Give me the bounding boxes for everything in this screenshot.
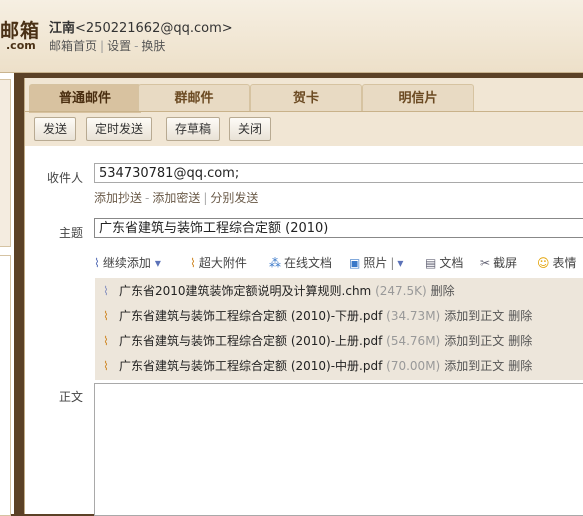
emoticon-label: 表情 <box>552 256 577 270</box>
paperclip-icon: ⌇ <box>103 359 109 373</box>
separate-send-link[interactable]: 分别发送 <box>210 191 258 205</box>
user-info: 江南<250221662@qq.com> <box>49 17 233 36</box>
attachment-size: (54.76M) <box>386 334 441 348</box>
large-attachment-button[interactable]: ⌇ 超大附件 <box>190 254 247 272</box>
body-label: 正文 <box>58 390 83 404</box>
sidebar-panel <box>0 255 11 516</box>
photo-label: 照片 <box>363 256 388 270</box>
add-to-body-link[interactable]: 添加到正文 <box>444 309 504 323</box>
document-icon: ▤ <box>425 256 437 270</box>
paperclip-icon: ⌇ <box>103 284 109 298</box>
online-doc-label: 在线文档 <box>284 256 333 270</box>
separator: | <box>203 191 208 205</box>
to-label: 收件人 <box>46 171 83 185</box>
recipient-options: 添加抄送 - 添加密送 | 分别发送 <box>94 189 258 206</box>
dropdown-arrow-icon[interactable]: ▾ <box>155 256 161 270</box>
paperclip-icon: ⌇ <box>103 309 109 323</box>
delete-link[interactable]: 删除 <box>508 309 532 323</box>
close-button[interactable]: 关闭 <box>229 117 272 141</box>
add-to-body-link[interactable]: 添加到正文 <box>444 359 504 373</box>
dropdown-arrow-icon[interactable]: ▾ <box>397 256 403 270</box>
body-editor[interactable] <box>94 383 583 516</box>
screenshot-button[interactable]: ✂ 截屏 <box>480 254 517 272</box>
to-field[interactable]: 534730781@qq.com; <box>94 163 583 183</box>
attachment-size: (70.00M) <box>386 359 441 373</box>
scissors-icon: ✂ <box>480 256 491 270</box>
large-attachment-label: 超大附件 <box>198 256 247 270</box>
sidebar-panel <box>0 79 11 247</box>
user-email: <250221662@qq.com> <box>75 21 233 36</box>
delete-link[interactable]: 删除 <box>508 359 532 373</box>
tab-postcard[interactable]: 明信片 <box>362 84 474 112</box>
compose-panel: 普通邮件 群邮件 贺卡 明信片 发送 定时发送 存草稿 关闭 收件人 53473… <box>24 78 583 516</box>
separator: | <box>390 256 395 270</box>
add-to-body-link[interactable]: 添加到正文 <box>444 334 504 348</box>
online-doc-icon: ⁂ <box>269 256 281 270</box>
send-button[interactable]: 发送 <box>34 117 77 141</box>
attachment-name: 广东省建筑与装饰工程综合定额 (2010)-上册.pdf <box>119 334 383 348</box>
emoticon-button[interactable]: ☺ 表情 <box>537 254 577 272</box>
add-cc-link[interactable]: 添加抄送 <box>94 191 142 205</box>
photo-button[interactable]: ▣ 照片 | ▾ <box>349 254 403 272</box>
attachment-name: 广东省2010建筑装饰定额说明及计算规则.chm <box>119 284 372 298</box>
tab-divider <box>25 111 583 112</box>
header-links: 邮箱首页 | 设置 - 换肤 <box>49 37 165 54</box>
screenshot-label: 截屏 <box>493 256 518 270</box>
tab-normal-mail[interactable]: 普通邮件 <box>29 84 141 113</box>
paperclip-icon: ⌇ <box>94 256 100 270</box>
continue-add-label: 继续添加 <box>102 256 151 270</box>
mailbox-home-link[interactable]: 邮箱首页 <box>49 39 97 53</box>
attachment-size: (34.73M) <box>386 309 441 323</box>
attachment-size: (247.5K) <box>375 284 427 298</box>
attachment-name: 广东省建筑与装饰工程综合定额 (2010)-中册.pdf <box>119 359 383 373</box>
smiley-icon: ☺ <box>537 256 550 270</box>
separator: - <box>134 39 139 53</box>
separator: - <box>145 191 150 205</box>
attachment-name: 广东省建筑与装饰工程综合定额 (2010)-下册.pdf <box>119 309 383 323</box>
tab-group-mail[interactable]: 群邮件 <box>138 84 250 112</box>
subject-field[interactable]: 广东省建筑与装饰工程综合定额 (2010) <box>94 218 583 238</box>
header: 邮箱 .com 江南<250221662@qq.com> 邮箱首页 | 设置 - 换肤 <box>0 0 583 73</box>
attachment-item: ⌇ 广东省2010建筑装饰定额说明及计算规则.chm (247.5K) 删除 <box>103 281 455 301</box>
attachment-list: ⌇ 广东省2010建筑装饰定额说明及计算规则.chm (247.5K) 删除 ⌇ 广东… <box>95 278 583 380</box>
add-bcc-link[interactable]: 添加密送 <box>152 191 200 205</box>
change-skin-link[interactable]: 换肤 <box>141 39 165 53</box>
attachment-item: ⌇ 广东省建筑与装饰工程综合定额 (2010)-上册.pdf (54.76M) 添加… <box>103 331 532 351</box>
attachment-item: ⌇ 广东省建筑与装饰工程综合定额 (2010)-中册.pdf (70.00M) 添加… <box>103 356 532 376</box>
document-label: 文档 <box>439 256 464 270</box>
user-name: 江南 <box>49 21 76 36</box>
delete-link[interactable]: 删除 <box>431 284 455 298</box>
logo-subtext: .com <box>6 39 36 52</box>
document-button[interactable]: ▤ 文档 <box>425 254 463 272</box>
paperclip-icon: ⌇ <box>190 256 196 270</box>
attachment-item: ⌇ 广东省建筑与装饰工程综合定额 (2010)-下册.pdf (34.73M) 添加… <box>103 306 532 326</box>
tab-greeting-card[interactable]: 贺卡 <box>250 84 362 112</box>
separator: | <box>100 39 105 53</box>
subject-label: 主题 <box>58 226 83 240</box>
scheduled-send-button[interactable]: 定时发送 <box>86 117 153 141</box>
settings-link[interactable]: 设置 <box>107 39 131 53</box>
paperclip-icon: ⌇ <box>103 334 109 348</box>
left-sidebar <box>0 73 14 516</box>
continue-add-button[interactable]: ⌇ 继续添加 ▾ <box>94 254 161 272</box>
save-draft-button[interactable]: 存草稿 <box>166 117 221 141</box>
online-doc-button[interactable]: ⁂ 在线文档 <box>269 254 332 272</box>
photo-icon: ▣ <box>349 256 361 270</box>
delete-link[interactable]: 删除 <box>508 334 532 348</box>
